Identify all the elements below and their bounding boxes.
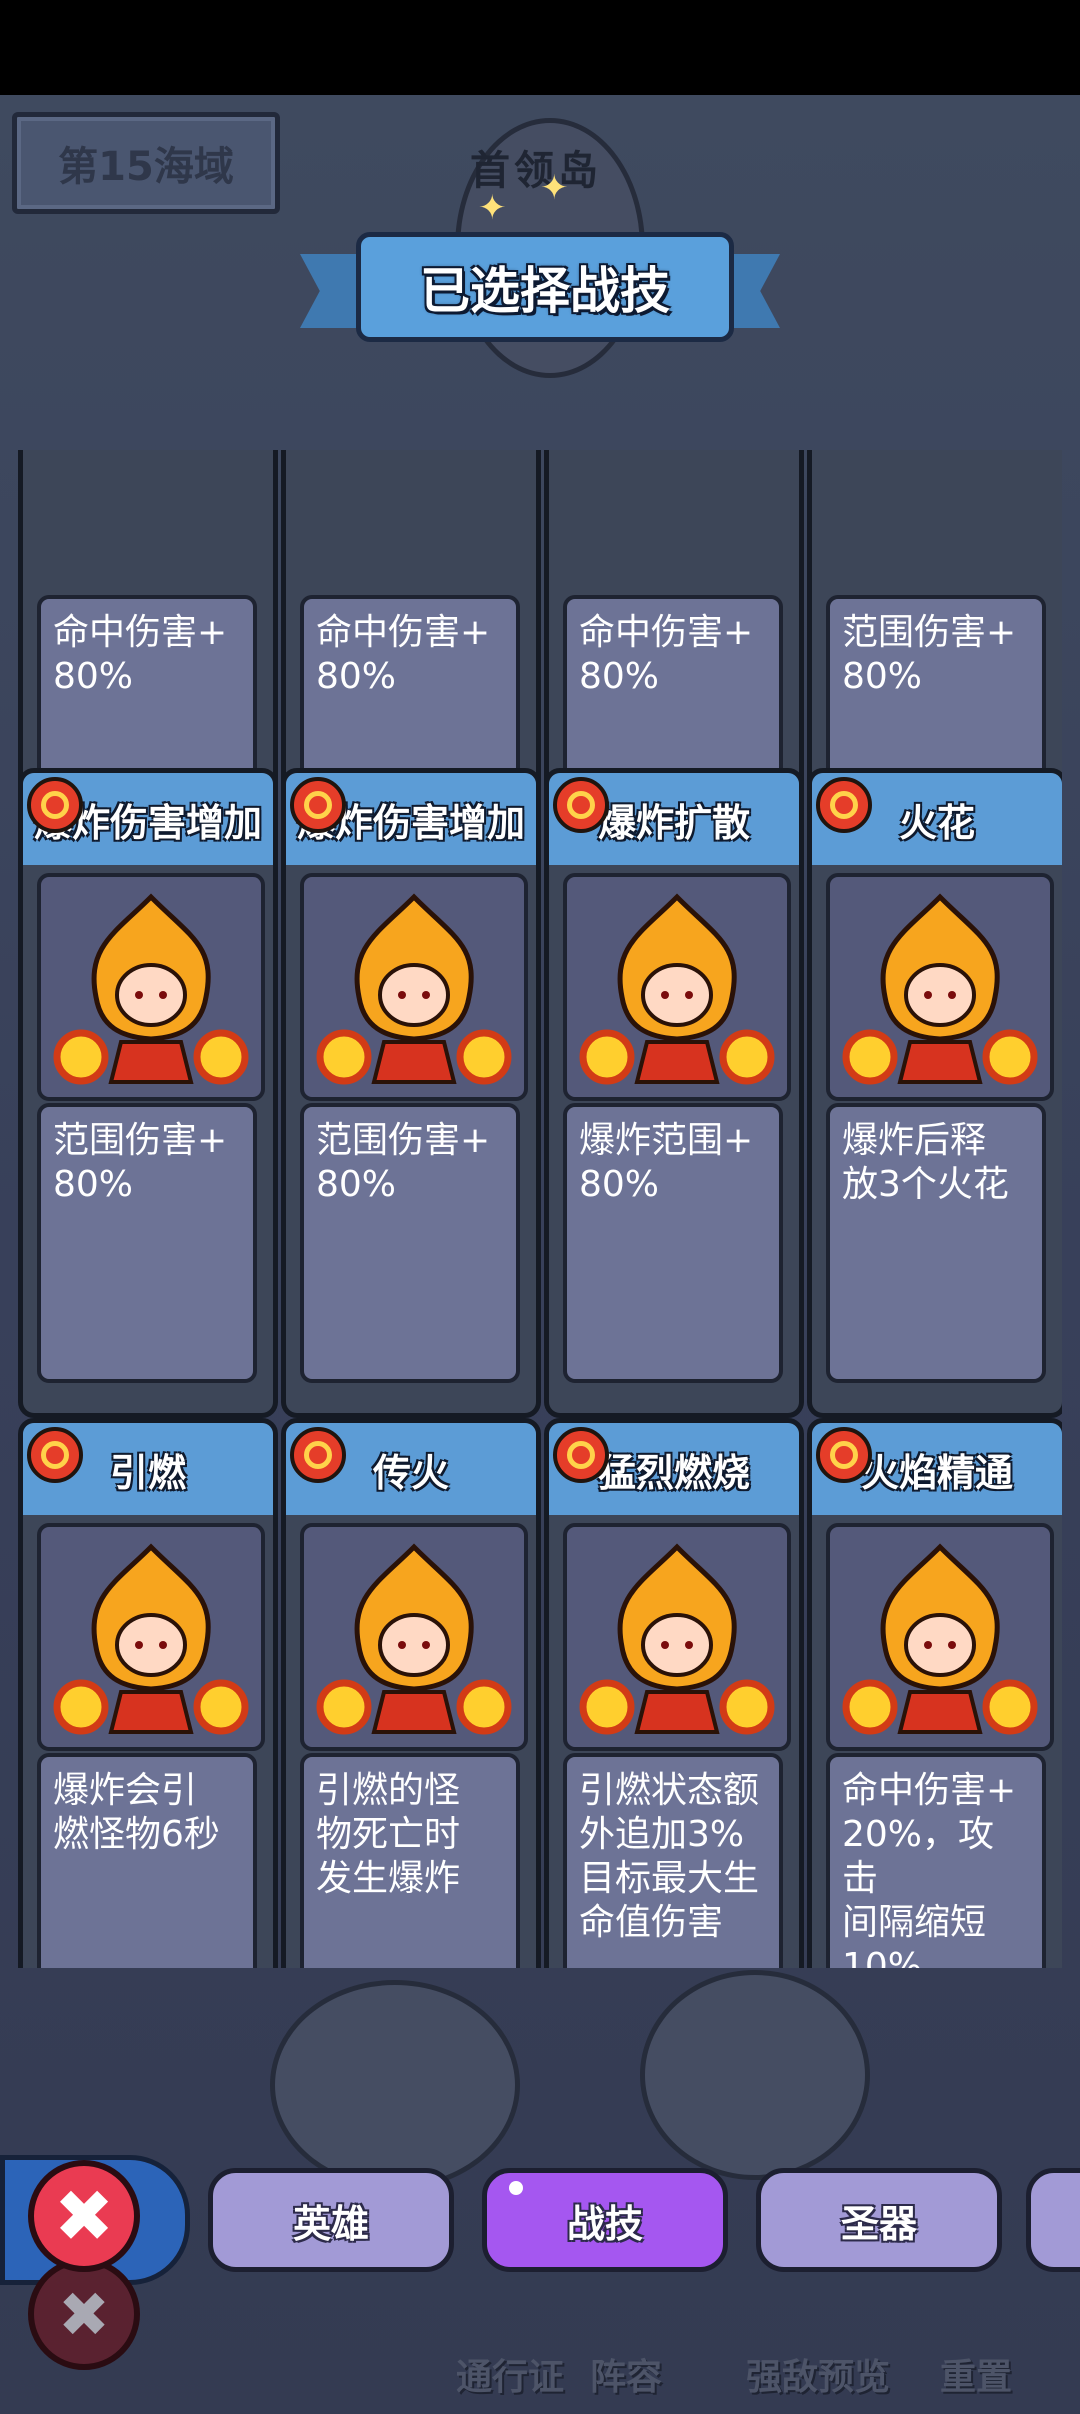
bottom-nav: 通行证 阵容 强敌预览 重置 <box>440 2348 1080 2414</box>
tab-more[interactable] <box>1026 2168 1080 2272</box>
skill-card-description: 爆炸范围+ 80% <box>563 1103 783 1383</box>
status-bar <box>0 0 1080 95</box>
nav-reset[interactable]: 重置 <box>940 2348 1012 2400</box>
skill-card[interactable]: 火焰精通 命中伤害+ 20%，攻击 间隔缩短 10% <box>807 1418 1062 1968</box>
close-button[interactable]: ✖ <box>28 2160 140 2272</box>
skill-card[interactable]: 传火 引燃的怪 物死亡时 发生爆炸 <box>281 1418 541 1968</box>
fire-skill-badge-icon <box>553 1427 609 1483</box>
skill-card[interactable]: 爆炸扩散 爆炸范围+ 80% <box>544 768 804 1418</box>
map-island-bottom-left <box>270 1980 520 2190</box>
skill-card[interactable]: 猛烈燃烧 引燃状态额 外追加3% 目标最大生 命值伤害 <box>544 1418 804 1968</box>
skill-card-description: 引燃的怪 物死亡时 发生爆炸 <box>300 1753 520 1968</box>
close-icon: ✖ <box>28 2258 140 2370</box>
fire-skill-badge-icon <box>816 777 872 833</box>
tab-label: 战技 <box>566 2201 643 2246</box>
skill-card-description: 范围伤害+ 80% <box>300 1103 520 1383</box>
sparkle-icon: ✦ <box>478 188 507 228</box>
skill-card-grid[interactable]: 命中伤害+ 80% 命中伤害+ 80% 命中伤害+ 80% 范围伤害+ 80% … <box>18 450 1062 1968</box>
tab-heroes[interactable]: 英雄 <box>208 2168 454 2272</box>
banner-plate: 已选择战技 <box>356 232 734 342</box>
fire-spirit-portrait <box>563 873 791 1101</box>
tab-artifacts[interactable]: 圣器 <box>756 2168 1002 2272</box>
skill-card[interactable]: 爆炸伤害增加 范围伤害+ 80% <box>18 768 278 1418</box>
fire-spirit-portrait <box>826 1523 1054 1751</box>
fire-skill-badge-icon <box>816 1427 872 1483</box>
fire-spirit-portrait <box>37 873 265 1101</box>
fire-skill-badge-icon <box>27 777 83 833</box>
fire-spirit-portrait <box>300 1523 528 1751</box>
tab-label: 英雄 <box>292 2201 369 2246</box>
fire-skill-badge-icon <box>290 777 346 833</box>
skill-card[interactable]: 引燃 爆炸会引 燃怪物6秒 <box>18 1418 278 1968</box>
skill-card-description: 范围伤害+ 80% <box>37 1103 257 1383</box>
fire-skill-badge-icon <box>553 777 609 833</box>
selected-skills-banner: 已选择战技 <box>300 232 780 344</box>
fire-spirit-portrait <box>826 873 1054 1101</box>
fire-spirit-portrait <box>300 873 528 1101</box>
fire-skill-badge-icon <box>290 1427 346 1483</box>
fire-spirit-portrait <box>563 1523 791 1751</box>
skill-card-description: 爆炸后释 放3个火花 <box>826 1103 1046 1383</box>
nav-enemy-preview[interactable]: 强敌预览 <box>746 2348 890 2400</box>
nav-lineup[interactable]: 阵容 <box>590 2348 662 2400</box>
skill-card-description: 引燃状态额 外追加3% 目标最大生 命值伤害 <box>563 1753 783 1968</box>
close-icon: ✖ <box>53 2174 115 2258</box>
fire-spirit-portrait <box>37 1523 265 1751</box>
skill-card-description: 命中伤害+ 20%，攻击 间隔缩短 10% <box>826 1753 1046 1968</box>
fire-skill-badge-icon <box>27 1427 83 1483</box>
skill-card[interactable]: 爆炸伤害增加 范围伤害+ 80% <box>281 768 541 1418</box>
map-island-bottom-right <box>640 1970 870 2180</box>
skill-card[interactable]: 火花 爆炸后释 放3个火花 <box>807 768 1062 1418</box>
tab-skills[interactable]: 战技 <box>482 2168 728 2272</box>
banner-title: 已选择战技 <box>420 262 670 320</box>
nav-battle-pass[interactable]: 通行证 <box>456 2348 564 2400</box>
tab-label: 圣器 <box>840 2201 917 2246</box>
skill-card-description: 爆炸会引 燃怪物6秒 <box>37 1753 257 1968</box>
sparkle-icon: ✦ <box>540 168 569 208</box>
sea-area-badge: 第15海域 <box>12 112 280 214</box>
